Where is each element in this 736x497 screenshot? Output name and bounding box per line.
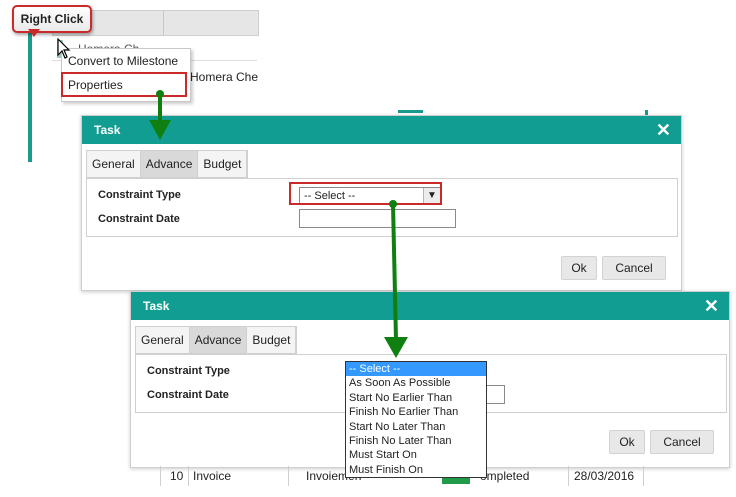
flow-arrows <box>149 90 408 358</box>
arrow-down-icon <box>149 90 171 140</box>
arrow-down-icon <box>384 200 408 358</box>
